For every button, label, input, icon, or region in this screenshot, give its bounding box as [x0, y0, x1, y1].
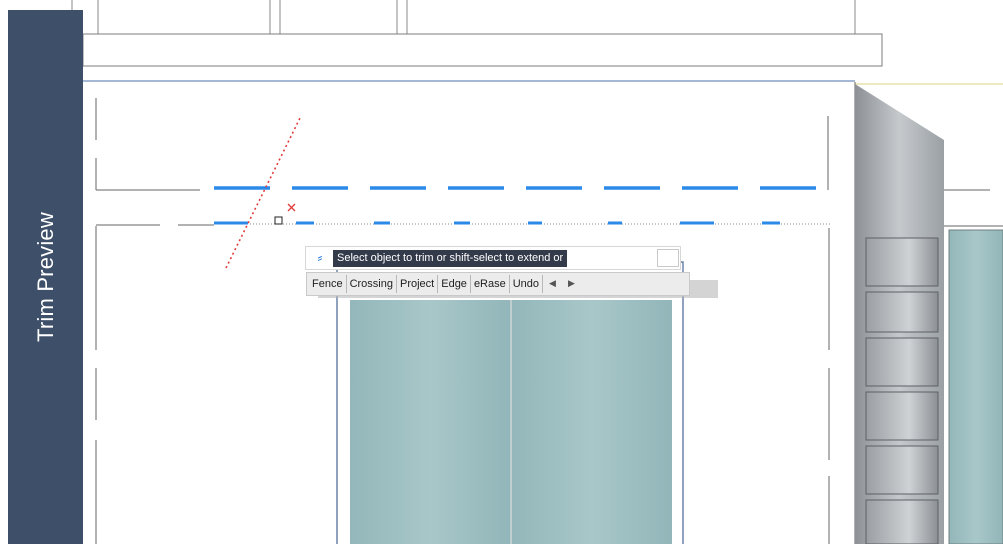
window-glass-left: [350, 300, 510, 544]
option-fence[interactable]: Fence: [309, 275, 347, 293]
command-options-bar: Fence Crossing Project Edge eRase Undo ◀…: [306, 272, 690, 296]
command-input-field[interactable]: [657, 249, 679, 267]
trim-x-marker: [287, 203, 296, 212]
option-edge[interactable]: Edge: [438, 275, 471, 293]
option-project[interactable]: Project: [397, 275, 439, 293]
command-prompt-tooltip: ⸗ Select object to trim or shift-select …: [305, 246, 681, 270]
next-options-icon[interactable]: ▶: [562, 275, 581, 293]
prev-options-icon[interactable]: ◀: [543, 275, 562, 293]
header-band: [82, 33, 883, 67]
option-undo[interactable]: Undo: [510, 275, 544, 293]
option-erase[interactable]: eRase: [471, 275, 510, 293]
pickbox-cursor: [274, 216, 283, 225]
side-panel-title: Trim Preview: [33, 212, 58, 342]
top-frame-lines: [71, 0, 856, 34]
right-glass-pane: [948, 229, 1003, 544]
window-glass-right: [512, 300, 672, 544]
option-crossing[interactable]: Crossing: [347, 275, 397, 293]
trim-fence-path: [225, 117, 301, 269]
command-prompt-text: Select object to trim or shift-select to…: [333, 250, 568, 267]
trim-command-icon: ⸗: [317, 250, 323, 266]
